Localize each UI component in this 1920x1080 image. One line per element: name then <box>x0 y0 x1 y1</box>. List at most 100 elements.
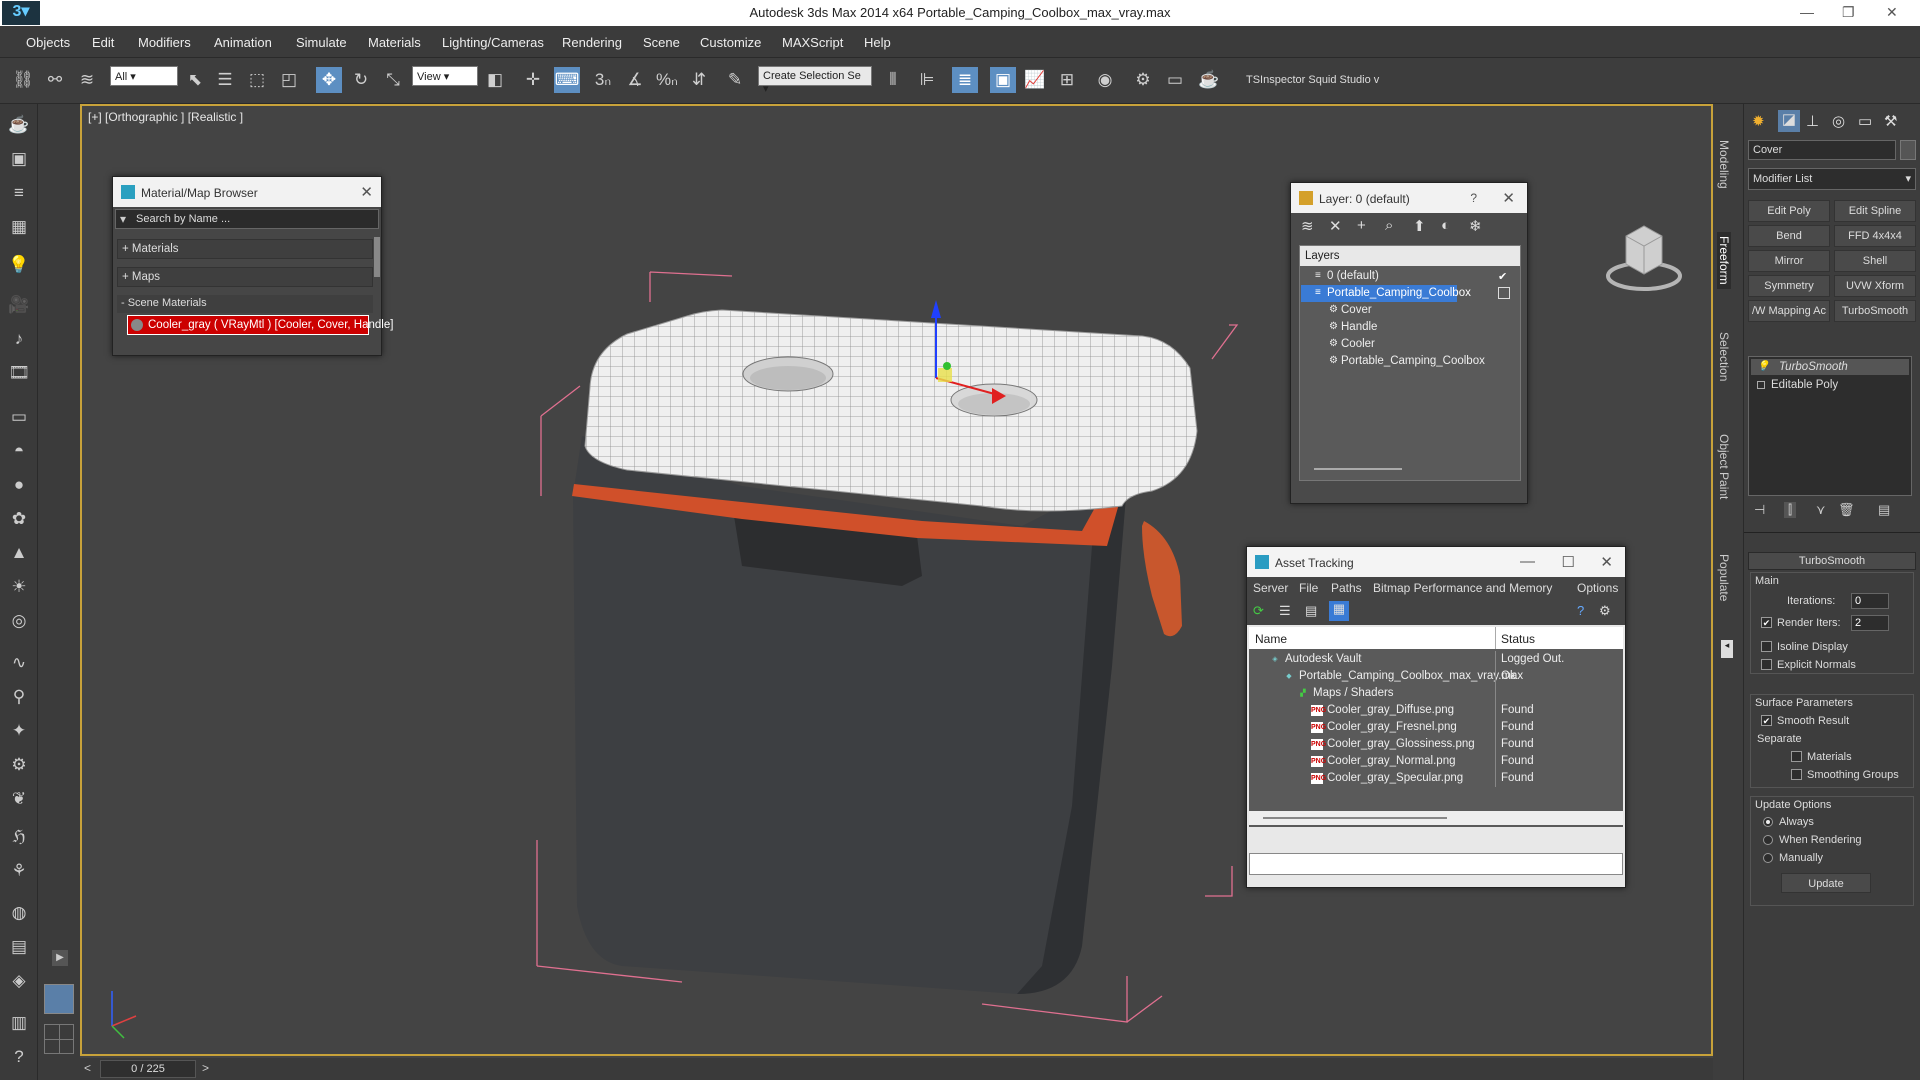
sound-icon[interactable]: ♪ <box>6 326 32 352</box>
modify-tab-icon[interactable]: ◪ <box>1778 110 1800 132</box>
menu-maxscript[interactable]: MAXScript <box>782 35 843 50</box>
cloth-icon[interactable]: ⚘ <box>6 858 32 884</box>
viewcube[interactable] <box>1606 225 1682 291</box>
tab-modeling[interactable]: Modeling <box>1717 140 1731 189</box>
separate-smoothing-checkbox[interactable] <box>1791 769 1802 780</box>
new-layer-icon[interactable]: ≋ <box>1301 217 1314 235</box>
asset-row[interactable]: PNG Cooler_gray_Glossiness.png Found <box>1249 736 1623 753</box>
menu-animation[interactable]: Animation <box>214 35 272 50</box>
asset-menu-options[interactable]: Options <box>1577 581 1618 595</box>
stack-item-editable-poly[interactable]: Editable Poly <box>1751 377 1909 393</box>
render-production-icon[interactable]: ☕ <box>1196 67 1222 93</box>
stack-icon[interactable]: ≡ <box>6 180 32 206</box>
configure-sets-icon[interactable]: ▤ <box>1878 502 1890 518</box>
modifier-button[interactable]: Edit Spline <box>1834 200 1916 222</box>
cooler-side-handle[interactable] <box>1142 521 1182 637</box>
show-end-result-icon[interactable]: ⫿ <box>1784 502 1797 518</box>
highlight-layer-icon[interactable]: ⬆ <box>1413 217 1426 235</box>
menu-scene[interactable]: Scene <box>643 35 680 50</box>
light-icon[interactable]: 💡 <box>6 252 32 278</box>
asset-row[interactable]: ◈ Autodesk Vault Logged Out. <box>1249 651 1623 668</box>
minimize-icon[interactable]: — <box>1520 553 1535 570</box>
update-button[interactable]: Update <box>1781 873 1871 893</box>
camera-icon[interactable]: 🎥 <box>6 292 32 318</box>
make-unique-icon[interactable]: ⋎ <box>1816 502 1826 518</box>
asset-row[interactable]: PNG Cooler_gray_Normal.png Found <box>1249 753 1623 770</box>
modifier-button[interactable]: /W Mapping Ac <box>1748 300 1830 322</box>
asset-path-field[interactable] <box>1249 853 1623 875</box>
set-current-layer-box[interactable] <box>1498 287 1510 299</box>
schematic-view-icon[interactable]: ⊞ <box>1054 67 1080 93</box>
settings-icon[interactable]: ⚙ <box>1599 603 1611 619</box>
pin-stack-icon[interactable]: ⊣ <box>1754 502 1765 518</box>
expand-icon[interactable] <box>1757 381 1765 389</box>
world-icon[interactable]: ◍ <box>6 900 32 926</box>
list-icon[interactable]: ☰ <box>1279 603 1291 619</box>
modifier-button[interactable]: Symmetry <box>1748 275 1830 297</box>
layer-row[interactable]: ≡ 0 (default) <box>1301 268 1519 285</box>
layer-row[interactable]: ≡ Portable_Camping_Coolbox <box>1301 285 1471 302</box>
help-icon[interactable]: ? <box>1577 603 1584 618</box>
render-setup-icon[interactable]: ⚙ <box>1130 67 1156 93</box>
select-manipulate-icon[interactable]: ✛ <box>520 67 546 93</box>
close-icon[interactable]: ✕ <box>360 183 373 201</box>
asset-row[interactable]: PNG Cooler_gray_Diffuse.png Found <box>1249 702 1623 719</box>
hierarchy-tab-icon[interactable]: ⊥ <box>1806 112 1819 130</box>
spinner-snap-icon[interactable]: ⇵ <box>686 67 712 93</box>
percent-snap-icon[interactable]: %ₙ <box>654 67 680 93</box>
collapse-ribbon-icon[interactable]: ◂ <box>1721 640 1733 658</box>
named-selection-dropdown[interactable]: Create Selection Se ▾ <box>758 66 872 95</box>
expand-arrow-icon[interactable]: ▶ <box>52 950 68 966</box>
select-object-icon[interactable]: ⬉ <box>182 67 208 93</box>
modifier-button[interactable]: Mirror <box>1748 250 1830 272</box>
remove-modifier-icon[interactable]: 🗑 <box>1838 502 1855 518</box>
ref-coord-dropdown[interactable]: View ▾ <box>412 66 478 86</box>
maximize-icon[interactable]: ☐ <box>1562 553 1575 571</box>
tab-populate[interactable]: Populate <box>1717 554 1731 601</box>
browser-scrollbar[interactable] <box>374 237 380 277</box>
prev-frame-icon[interactable]: < <box>84 1061 91 1075</box>
iterations-spinner[interactable]: 0 <box>1851 593 1889 609</box>
help-icon[interactable]: ? <box>6 1044 32 1070</box>
layers-header[interactable]: Layers <box>1300 246 1520 266</box>
grid-icon[interactable]: ▦ <box>6 214 32 240</box>
asset-row[interactable]: PNG Cooler_gray_Specular.png Found <box>1249 770 1623 787</box>
minimize-icon[interactable]: — <box>1800 4 1814 20</box>
window-crossing-icon[interactable]: ◰ <box>276 67 302 93</box>
utilities-tab-icon[interactable]: ⚒ <box>1884 112 1897 130</box>
asset-row[interactable]: ◆ Portable_Camping_Coolbox_max_vray.max Ok <box>1249 668 1623 685</box>
render-icon[interactable]: ▤ <box>6 934 32 960</box>
current-layer-check-icon[interactable]: ✔ <box>1498 270 1510 283</box>
create-tab-icon[interactable]: ✹ <box>1752 112 1765 130</box>
teapot-icon[interactable]: ☕ <box>6 112 32 138</box>
pivot-center-icon[interactable]: ◧ <box>482 67 508 93</box>
section-maps[interactable]: + Maps <box>117 267 373 287</box>
material-editor-icon[interactable]: ◉ <box>1092 67 1118 93</box>
menu-help[interactable]: Help <box>864 35 891 50</box>
when-rendering-radio[interactable] <box>1763 835 1773 845</box>
motion-tab-icon[interactable]: ◎ <box>1832 112 1845 130</box>
snaps-toggle-icon[interactable]: 3ₙ <box>590 67 616 93</box>
modifier-button[interactable]: Shell <box>1834 250 1916 272</box>
table-view-icon[interactable]: ▦ <box>1329 601 1349 621</box>
next-frame-icon[interactable]: > <box>202 1061 209 1075</box>
tab-freeform[interactable]: Freeform <box>1717 232 1731 289</box>
plane-icon[interactable]: ▭ <box>6 404 32 430</box>
menu-lighting-cameras[interactable]: Lighting/Cameras <box>442 35 544 50</box>
layer-scrollbar[interactable] <box>1314 468 1402 470</box>
asset-hscroll[interactable] <box>1249 811 1623 825</box>
menu-materials[interactable]: Materials <box>368 35 421 50</box>
film-icon[interactable]: 🎞 <box>6 360 32 386</box>
statistics-icon[interactable]: ▥ <box>6 1010 32 1036</box>
torus-icon[interactable]: ◎ <box>6 608 32 634</box>
object-color-swatch[interactable] <box>1900 140 1916 160</box>
close-icon[interactable]: ✕ <box>1600 553 1613 571</box>
single-viewport-icon[interactable] <box>44 984 74 1014</box>
isoline-checkbox[interactable] <box>1761 641 1772 652</box>
asset-menu-file[interactable]: File <box>1299 581 1318 595</box>
rendered-frame-icon[interactable]: ▭ <box>1162 67 1188 93</box>
section-scene-materials[interactable]: - Scene Materials <box>117 295 373 313</box>
link-icon[interactable]: ⛓ <box>10 67 36 93</box>
modifier-list-dropdown[interactable]: Modifier List ▾ <box>1748 168 1916 190</box>
modifier-button[interactable]: FFD 4x4x4 <box>1834 225 1916 247</box>
